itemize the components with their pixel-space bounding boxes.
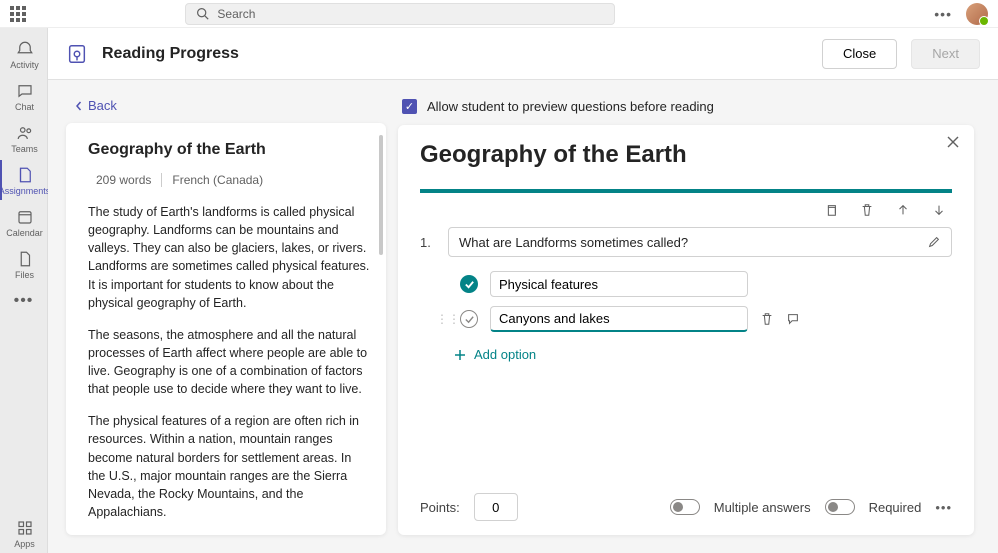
rail-label: Activity <box>10 60 39 70</box>
drag-handle-icon[interactable]: ⋮⋮ <box>436 312 448 326</box>
close-button[interactable]: Close <box>822 39 897 69</box>
plus-icon <box>454 349 466 361</box>
rail-apps[interactable]: Apps <box>0 513 48 553</box>
reading-paragraph: The seasons, the atmosphere and all the … <box>88 326 370 399</box>
question-edit-area: 1. What are Landforms sometimes called? … <box>420 189 952 521</box>
allow-preview-label: Allow student to preview questions befor… <box>427 99 714 114</box>
more-icon[interactable]: ••• <box>934 6 952 22</box>
rail-assignments[interactable]: Assignments <box>0 160 48 200</box>
rail-files[interactable]: Files <box>0 244 48 284</box>
option-correct-marker[interactable] <box>460 310 478 328</box>
more-icon[interactable]: ••• <box>935 500 952 515</box>
reading-progress-icon <box>66 43 88 65</box>
option-row: ⋮⋮ Physical features <box>420 271 952 297</box>
question-footer: Points: Multiple answers Required ••• <box>420 478 952 521</box>
reading-title: Geography of the Earth <box>88 141 370 159</box>
add-option-button[interactable]: Add option <box>420 341 952 362</box>
reading-meta: 209 words French (Canada) <box>88 173 370 187</box>
rail-teams[interactable]: Teams <box>0 118 48 158</box>
edit-icon[interactable] <box>927 235 941 249</box>
app-rail: Activity Chat Teams Assignments Calendar… <box>0 28 48 553</box>
back-link[interactable]: Back <box>66 98 386 113</box>
multiple-answers-toggle[interactable] <box>670 499 700 515</box>
search-placeholder: Search <box>217 7 255 21</box>
question-title: Geography of the Earth <box>420 141 952 169</box>
reading-passage-card: Geography of the Earth 209 words French … <box>66 123 386 535</box>
allow-preview-checkbox[interactable]: ✓ <box>402 99 417 114</box>
avatar[interactable] <box>966 3 988 25</box>
required-toggle[interactable] <box>825 499 855 515</box>
required-label: Required <box>869 500 922 515</box>
multiple-answers-label: Multiple answers <box>714 500 811 515</box>
option-text: Canyons and lakes <box>499 311 610 326</box>
rail-label: Chat <box>15 102 34 112</box>
arrow-down-icon[interactable] <box>932 203 946 217</box>
chevron-left-icon <box>74 101 84 111</box>
rail-label: Calendar <box>6 228 43 238</box>
waffle-icon[interactable] <box>10 6 26 22</box>
points-label: Points: <box>420 500 460 515</box>
arrow-up-icon[interactable] <box>896 203 910 217</box>
question-editor-card: Geography of the Earth 1. What are Landf… <box>398 125 974 535</box>
reading-paragraph: The physical features of a region are of… <box>88 412 370 521</box>
rail-label: Teams <box>11 144 38 154</box>
rail-label: Assignments <box>0 186 50 196</box>
trash-icon[interactable] <box>760 312 774 326</box>
option-input[interactable]: Canyons and lakes <box>490 306 748 332</box>
question-number: 1. <box>420 235 434 250</box>
next-button[interactable]: Next <box>911 39 980 69</box>
option-input[interactable]: Physical features <box>490 271 748 297</box>
close-icon[interactable] <box>946 135 960 153</box>
allow-preview-row: ✓ Allow student to preview questions bef… <box>398 98 974 115</box>
content-area: Back Geography of the Earth 209 words Fr… <box>48 80 998 553</box>
rail-activity[interactable]: Activity <box>0 34 48 74</box>
top-bar: Search ••• <box>0 0 998 28</box>
search-input[interactable]: Search <box>185 3 615 25</box>
question-text-input[interactable]: What are Landforms sometimes called? <box>448 227 952 257</box>
page-header: Reading Progress Close Next <box>48 28 998 80</box>
back-label: Back <box>88 98 117 113</box>
reading-language: French (Canada) <box>172 173 263 187</box>
trash-icon[interactable] <box>860 203 874 217</box>
points-input[interactable] <box>474 493 518 521</box>
option-correct-marker[interactable] <box>460 275 478 293</box>
comment-icon[interactable] <box>786 312 800 326</box>
rail-calendar[interactable]: Calendar <box>0 202 48 242</box>
search-icon <box>196 7 209 20</box>
rail-more-icon[interactable]: ••• <box>14 286 34 316</box>
question-text: What are Landforms sometimes called? <box>459 235 688 250</box>
question-text-row: 1. What are Landforms sometimes called? <box>420 227 952 257</box>
page-title: Reading Progress <box>102 45 239 63</box>
rail-chat[interactable]: Chat <box>0 76 48 116</box>
reading-body: The study of Earth's landforms is called… <box>88 203 370 521</box>
question-toolbar <box>420 199 952 227</box>
main-area: Reading Progress Close Next Back Geograp… <box>48 28 998 553</box>
rail-label: Files <box>15 270 34 280</box>
copy-icon[interactable] <box>824 203 838 217</box>
rail-label: Apps <box>14 539 35 549</box>
option-text: Physical features <box>499 277 598 292</box>
option-row: ⋮⋮ Canyons and lakes <box>420 306 952 332</box>
word-count: 209 words <box>96 173 162 187</box>
add-option-label: Add option <box>474 347 536 362</box>
reading-paragraph: The study of Earth's landforms is called… <box>88 203 370 312</box>
